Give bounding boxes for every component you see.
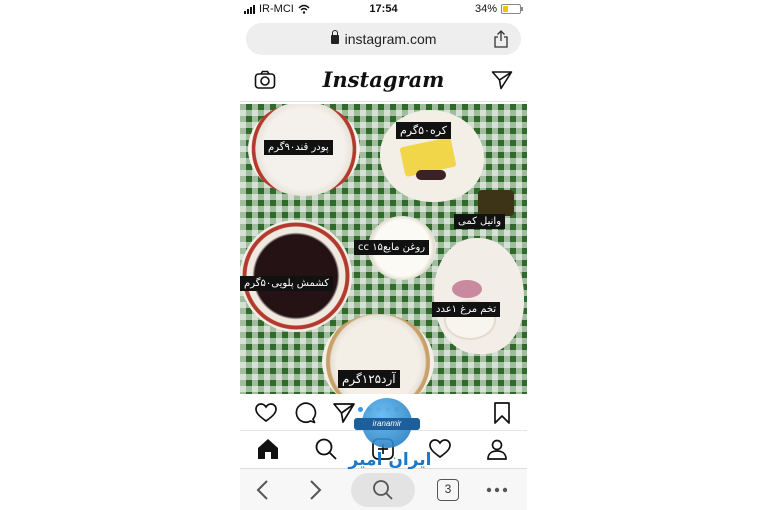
label-eggs: تخم مرغ ۱عدد [432, 302, 501, 317]
browser-search-button[interactable] [351, 473, 415, 507]
status-bar: IR-MCI 17:54 34% [240, 0, 527, 20]
direct-icon[interactable] [491, 70, 513, 90]
label-vanilla: وانیل کمی [454, 214, 506, 229]
comment-icon[interactable] [293, 401, 317, 425]
battery-percent: 34% [474, 3, 497, 15]
label-powdered-sugar: پودر قند۹۰گرم [264, 140, 333, 155]
bookmark-icon[interactable] [490, 401, 514, 425]
search-icon[interactable] [314, 437, 338, 461]
home-icon[interactable] [256, 437, 280, 461]
status-right: 34% [474, 3, 523, 15]
share-icon[interactable] [493, 30, 509, 48]
watermark: iranamir ایران امیر [344, 398, 436, 476]
address-bar-text-wrap: instagram.com [246, 30, 521, 47]
heart-icon[interactable] [254, 401, 278, 425]
search-icon [373, 480, 393, 500]
more-icon[interactable] [484, 477, 510, 503]
lock-icon [330, 30, 339, 44]
battery-fill [503, 6, 508, 12]
label-oil: روغن مایع۱۵ cc [354, 240, 430, 255]
instagram-logo[interactable]: Instagram [240, 67, 527, 92]
label-butter: کره۵۰گرم [396, 122, 452, 139]
back-icon[interactable] [250, 477, 276, 503]
vanilla-jar [478, 190, 514, 216]
battery-icon [501, 4, 523, 14]
post-image[interactable]: پودر قند۹۰گرم کره۵۰گرم وانیل کمی روغن ما… [240, 104, 527, 394]
instagram-header: Instagram [240, 60, 527, 102]
profile-icon[interactable] [485, 437, 509, 461]
phone-screen: IR-MCI 17:54 34% instagram.com Instagram [240, 0, 527, 510]
berries [452, 280, 482, 298]
label-raisins: کشمش پلویی۵۰گرم [240, 276, 334, 291]
watermark-persian: ایران امیر [348, 450, 432, 470]
address-bar[interactable]: instagram.com [246, 23, 521, 55]
raisins-small [416, 170, 446, 180]
label-flour: آرد۱۲۵گرم [338, 370, 400, 388]
tabs-button[interactable]: 3 [437, 479, 459, 501]
address-bar-url: instagram.com [344, 31, 437, 47]
forward-icon[interactable] [302, 477, 328, 503]
watermark-latin: iranamir [354, 418, 420, 430]
